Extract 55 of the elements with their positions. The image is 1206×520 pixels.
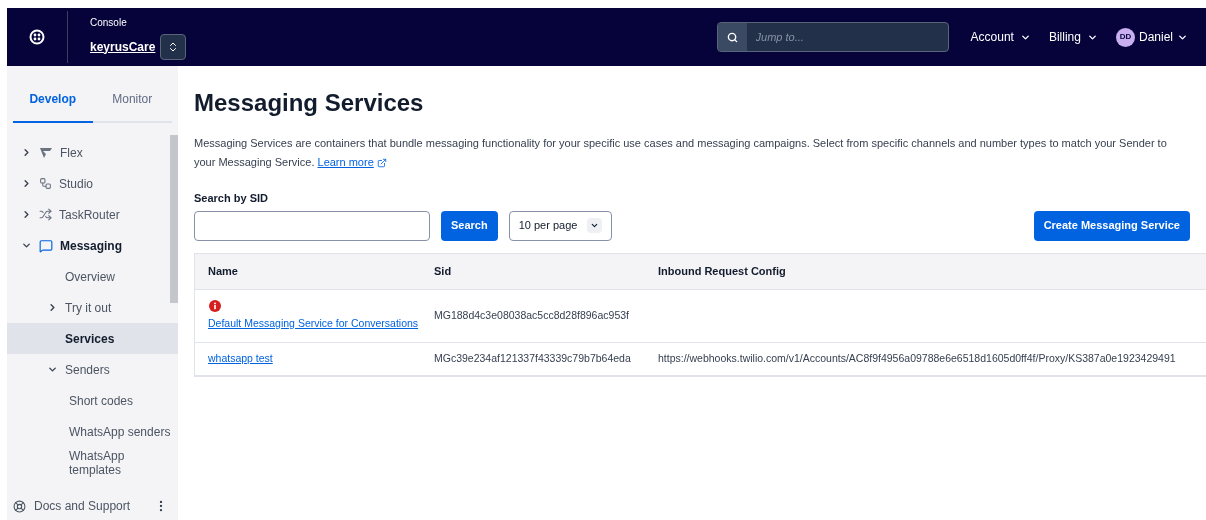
avatar-initials: DD (1115, 27, 1135, 47)
console-label: Console (90, 15, 128, 30)
column-header: Sid (434, 263, 453, 279)
sid-search-field[interactable] (194, 210, 430, 241)
user-menu[interactable]: DD Daniel (1115, 27, 1188, 47)
page-description: Messaging Services are containers that bundle messaging functionality for your specific use cases and messaging campaigns. Select from specific channels and number types to match your Sender to your Messaging Service. Learn more (194, 134, 1206, 172)
service-link[interactable]: Default Messaging Service for Conversations (208, 315, 434, 332)
sidebar-tab[interactable]: Develop (13, 77, 93, 123)
account-switcher-button[interactable] (160, 33, 187, 60)
inbound-url-cell-text: https://webhooks.twilio.com/v1/Accounts/AC8f9f4956a09788e6e6518d1605d0ff4f/Proxy/KS387a0e1923429491 (658, 350, 1177, 366)
nav-item[interactable]: WhatsApp templates (69, 448, 173, 477)
nav-item[interactable]: Try it out (65, 300, 112, 315)
shuffle-icon (39, 208, 52, 221)
nav-menu[interactable]: Billing (1048, 28, 1098, 46)
nav-item[interactable]: Short codes (69, 393, 173, 408)
nav-item[interactable]: Messaging (60, 238, 122, 253)
logo-icon (29, 29, 45, 45)
jump-search-box[interactable]: Jump to... (716, 22, 949, 52)
chat-icon (39, 238, 53, 253)
nav-item[interactable]: Senders (65, 362, 110, 377)
column-header: Inbound Request Config (658, 263, 787, 279)
column-header: Name (207, 263, 239, 279)
account-link[interactable]: keyrusCare (90, 37, 156, 56)
service-link[interactable]: whatsapp test (208, 350, 434, 367)
nav-menu[interactable]: Account (970, 28, 1031, 46)
nav-item[interactable]: WhatsApp senders (69, 424, 173, 439)
sid-cell-text: MGc39e234af121337f43339c79b7b64eda (434, 350, 632, 366)
scrollbar-icon[interactable] (170, 135, 178, 303)
jump-search-field[interactable]: Jump to... (746, 23, 948, 51)
caret-icon[interactable] (21, 209, 32, 220)
flow-icon (39, 177, 52, 190)
search-icon (726, 31, 738, 43)
create-service-button[interactable]: Create Messaging Service (1033, 210, 1190, 241)
lifebuoy-icon (13, 499, 26, 513)
chevron-down-icon (589, 221, 599, 230)
caret-icon[interactable] (47, 302, 58, 313)
search-label: Search by SID (194, 191, 269, 206)
page-title: Messaging Services (194, 88, 425, 118)
nav-item[interactable]: Studio (59, 176, 94, 191)
caret-icon[interactable] (21, 178, 32, 189)
nav-item[interactable]: Flex (60, 145, 83, 160)
search-button[interactable]: Search (441, 210, 498, 241)
sidebar-tab[interactable]: Monitor (92, 77, 172, 123)
nav-item[interactable]: Services (65, 331, 115, 346)
per-page-select[interactable]: 10 per page (508, 210, 612, 241)
wing-icon (39, 146, 53, 159)
caret-icon[interactable] (21, 147, 32, 158)
learn-more-link[interactable]: Learn more (317, 153, 387, 172)
caret-icon[interactable] (21, 240, 32, 251)
external-link-icon (376, 157, 387, 168)
nav-item[interactable]: Overview (65, 269, 115, 284)
caret-icon[interactable] (47, 364, 58, 375)
nav-item[interactable]: TaskRouter (59, 207, 120, 222)
sid-cell-text: MG188d4c3e08038ac5cc8d28f896ac953f (434, 307, 630, 323)
docs-support-link[interactable]: Docs and Support (34, 497, 146, 515)
